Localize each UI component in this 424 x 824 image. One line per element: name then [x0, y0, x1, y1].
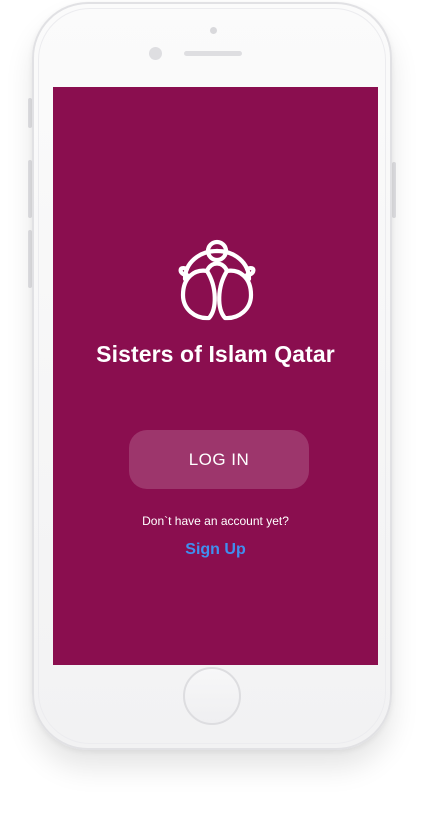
- earpiece-speaker: [184, 51, 242, 56]
- login-button[interactable]: LOG IN: [129, 430, 309, 489]
- front-camera: [149, 47, 162, 60]
- sign-up-link[interactable]: Sign Up: [53, 541, 378, 559]
- device-mockup: Sisters of Islam Qatar LOG IN Don`t have…: [0, 0, 424, 824]
- login-screen: Sisters of Islam Qatar LOG IN Don`t have…: [53, 87, 378, 665]
- sisters-of-islam-logo-icon: [178, 239, 256, 321]
- home-button: [183, 667, 241, 725]
- power-button: [392, 162, 396, 218]
- proximity-sensor: [210, 27, 217, 34]
- app-title: Sisters of Islam Qatar: [96, 341, 335, 367]
- no-account-prompt: Don`t have an account yet?: [142, 514, 289, 528]
